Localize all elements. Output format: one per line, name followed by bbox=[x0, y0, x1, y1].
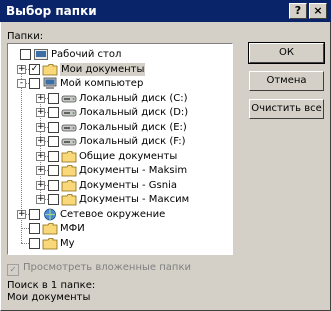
tree-item[interactable]: МФИ bbox=[8, 222, 230, 236]
tree-item[interactable]: - Мой компьютер bbox=[8, 77, 230, 91]
tree-item-label: Мой компьютер bbox=[60, 78, 144, 89]
computer-icon bbox=[42, 77, 58, 90]
tree-item-label: Локальный диск (F:) bbox=[79, 136, 186, 147]
folder-icon bbox=[61, 193, 77, 206]
drive-icon bbox=[61, 106, 77, 119]
tree-item[interactable]: + Локальный диск (C:) bbox=[8, 92, 230, 106]
drive-icon bbox=[61, 121, 77, 134]
close-button[interactable]: × bbox=[309, 3, 327, 19]
tree-item[interactable]: + ✓ Мои документы bbox=[8, 62, 230, 77]
window-title: Выбор папки bbox=[6, 4, 97, 18]
tree-item-checkbox[interactable] bbox=[48, 92, 59, 104]
include-subfolders-option[interactable]: ✓ Просмотреть вложенные папки bbox=[7, 262, 191, 276]
tree-connector-line bbox=[21, 228, 29, 229]
drive-icon bbox=[61, 92, 77, 105]
tree-item-checkbox[interactable] bbox=[48, 165, 59, 176]
expand-icon[interactable]: + bbox=[36, 180, 45, 190]
expand-icon[interactable]: + bbox=[36, 93, 45, 103]
network-icon bbox=[42, 208, 58, 221]
cancel-button[interactable]: Отмена bbox=[249, 71, 324, 91]
desktop-icon bbox=[33, 48, 49, 61]
title-bar: Выбор папки ? × bbox=[0, 0, 331, 22]
tree-item[interactable]: + Локальный диск (D:) bbox=[8, 106, 230, 120]
tree-item-checkbox[interactable] bbox=[48, 179, 59, 191]
tree-item[interactable]: Рабочий стол bbox=[8, 48, 230, 62]
tree-item-label: МФИ bbox=[60, 223, 85, 234]
tree-item[interactable]: + Общие документы bbox=[8, 150, 230, 164]
folder-icon bbox=[61, 164, 77, 177]
expand-icon[interactable]: + bbox=[17, 64, 26, 74]
expand-icon[interactable]: + bbox=[36, 151, 45, 161]
tree-item-label: My bbox=[60, 237, 75, 249]
help-button[interactable]: ? bbox=[289, 3, 307, 19]
folder-tree[interactable]: Рабочий стол + ✓ Мои документы - Мой компьюте… bbox=[7, 43, 233, 255]
expand-icon[interactable]: + bbox=[17, 209, 26, 219]
expand-icon[interactable]: + bbox=[36, 122, 45, 132]
tree-item-checkbox[interactable] bbox=[48, 150, 59, 162]
tree-item[interactable]: + Локальный диск (F:) bbox=[8, 135, 230, 149]
tree-item-label: Документы - Maksim bbox=[79, 165, 188, 176]
tree-item-checkbox[interactable] bbox=[20, 49, 31, 60]
search-in-label: Поиск в 1 папке: bbox=[7, 280, 96, 291]
tree-item-checkbox[interactable] bbox=[48, 121, 59, 133]
tree-item[interactable]: + Документы - Maksim bbox=[8, 164, 230, 178]
tree-item-checkbox[interactable] bbox=[29, 223, 40, 234]
ok-button[interactable]: ОК bbox=[248, 42, 325, 64]
tree-item-label: Общие документы bbox=[79, 150, 178, 162]
tree-item-label: Сетевое окружение bbox=[60, 208, 166, 220]
collapse-icon[interactable]: - bbox=[17, 79, 26, 88]
tree-item-label: Локальный диск (D:) bbox=[79, 107, 189, 118]
include-subfolders-checkbox[interactable]: ✓ bbox=[7, 264, 19, 276]
tree-item-checkbox[interactable]: ✓ bbox=[29, 63, 40, 75]
tree-item-checkbox[interactable] bbox=[29, 78, 40, 89]
clear-all-button[interactable]: Очистить все bbox=[249, 99, 324, 119]
drive-icon bbox=[61, 135, 77, 148]
folders-label: Папки: bbox=[7, 31, 44, 42]
tree-connector-line bbox=[21, 242, 29, 244]
folder-icon bbox=[61, 150, 77, 163]
tree-item[interactable]: + Документы - Gsnia bbox=[8, 179, 230, 193]
folder-icon bbox=[42, 222, 58, 235]
tree-item-checkbox[interactable] bbox=[29, 237, 40, 249]
include-subfolders-label: Просмотреть вложенные папки bbox=[23, 262, 191, 273]
tree-item-checkbox[interactable] bbox=[29, 208, 40, 220]
tree-item[interactable]: + Документы - Максим bbox=[8, 193, 230, 207]
expand-icon[interactable]: + bbox=[36, 137, 45, 146]
tree-item-label: Документы - Максим bbox=[79, 194, 190, 205]
folder-icon bbox=[42, 63, 58, 76]
tree-item[interactable]: + Сетевое окружение bbox=[8, 208, 230, 222]
tree-item-checkbox[interactable] bbox=[48, 194, 59, 205]
tree-item[interactable]: My bbox=[8, 237, 230, 251]
tree-item-label: Рабочий стол bbox=[51, 49, 122, 60]
tree-item-checkbox[interactable] bbox=[48, 107, 59, 118]
tree-item-label: Мои документы bbox=[60, 62, 146, 76]
folder-icon bbox=[61, 179, 77, 192]
tree-item[interactable]: + Локальный диск (E:) bbox=[8, 121, 230, 135]
folder-icon bbox=[42, 237, 58, 250]
tree-item-label: Локальный диск (C:) bbox=[79, 92, 188, 104]
search-in-value: Мои документы bbox=[7, 292, 91, 303]
tree-item-label: Локальный диск (E:) bbox=[79, 121, 187, 133]
tree-item-label: Документы - Gsnia bbox=[79, 179, 178, 191]
expand-icon[interactable]: + bbox=[36, 166, 45, 175]
tree-item-checkbox[interactable] bbox=[48, 136, 59, 147]
expand-icon[interactable]: + bbox=[36, 195, 45, 204]
expand-icon[interactable]: + bbox=[36, 108, 45, 117]
